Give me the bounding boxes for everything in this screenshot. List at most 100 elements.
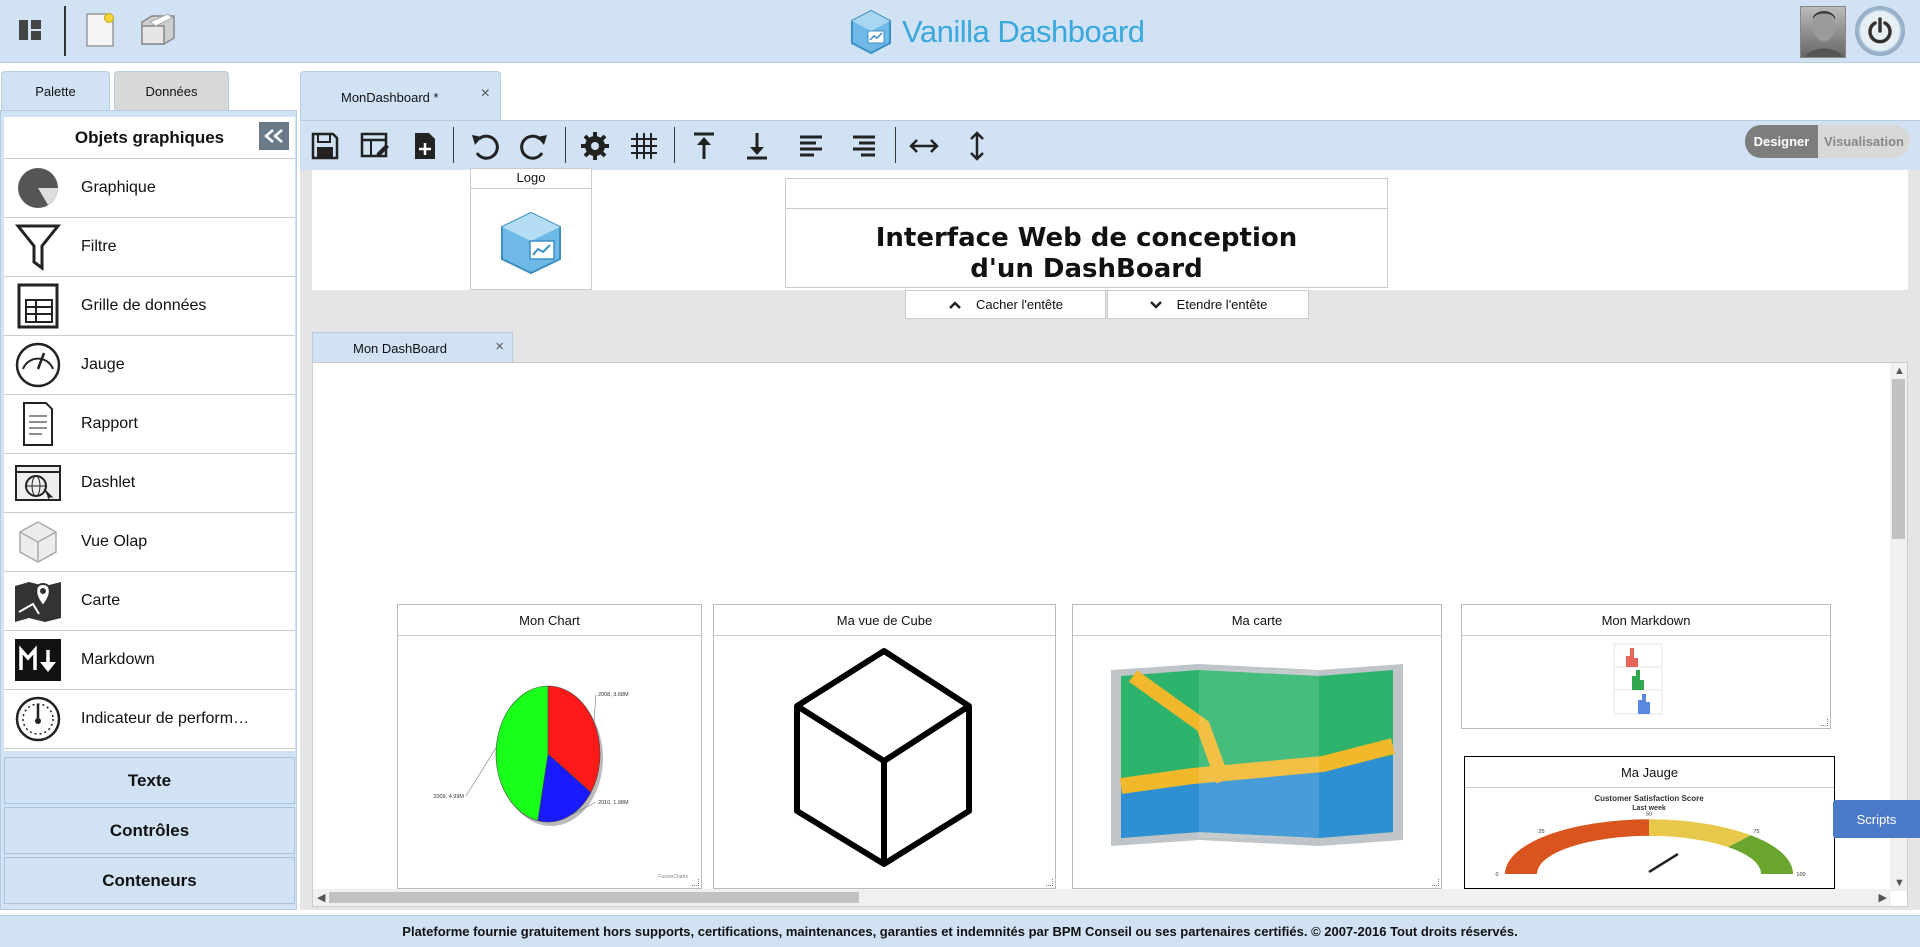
dashboard-title-widget[interactable]: Interface Web de conception d'un DashBoa… (785, 178, 1388, 288)
resize-handle[interactable] (692, 879, 699, 886)
logo-widget[interactable]: Logo (470, 168, 592, 290)
app-header: Vanilla Dashboard (0, 0, 1920, 63)
markdown-widget[interactable]: Mon Markdown (1461, 604, 1831, 729)
open-folder-icon[interactable] (138, 10, 178, 50)
settings-gear-icon[interactable] (576, 127, 614, 165)
resize-handle[interactable] (1046, 879, 1053, 886)
new-document-icon[interactable] (80, 10, 120, 50)
app-title: Vanilla Dashboard (902, 14, 1145, 49)
layout-edit-icon[interactable] (356, 127, 394, 165)
cube-icon (794, 648, 972, 867)
align-top-icon[interactable] (685, 127, 723, 165)
layout-panels-icon[interactable] (10, 10, 50, 50)
section-controles-label: Contrôles (109, 820, 190, 840)
palette-item-jauge[interactable]: Jauge (4, 336, 295, 395)
markdown-icon (12, 634, 64, 686)
data-grid-icon (12, 280, 64, 332)
palette-item-label: Jauge (81, 356, 125, 373)
vanilla-logo-icon (501, 211, 561, 275)
gauge-needle (1648, 852, 1679, 874)
palette-item-graphique[interactable]: Graphique (4, 159, 295, 218)
tab-palette-label: Palette (35, 84, 76, 99)
palette-item-vue-olap[interactable]: Vue Olap (4, 513, 295, 572)
app-brand: Vanilla Dashboard (848, 8, 1145, 56)
toolbar-divider (453, 127, 454, 163)
section-controles[interactable]: Contrôles (4, 807, 295, 854)
scroll-right-icon[interactable]: ▶ (1879, 891, 1887, 904)
pie-slice-label: 2009, 4.99M (433, 794, 464, 800)
horizontal-scrollbar[interactable]: ◀ ▶ (313, 889, 1891, 906)
section-texte[interactable]: Texte (4, 757, 295, 804)
gauge-widget[interactable]: Ma Jauge Customer Satisfaction Score Last… (1464, 756, 1835, 889)
redo-icon[interactable] (515, 127, 553, 165)
close-tab-icon[interactable]: × (481, 85, 490, 103)
scroll-up-icon[interactable]: ▲ (1894, 365, 1905, 377)
align-right-icon[interactable] (845, 127, 883, 165)
scroll-left-icon[interactable]: ◀ (317, 891, 325, 904)
widget-title: Ma vue de Cube (714, 605, 1055, 636)
designer-toolbar (300, 120, 1920, 170)
resize-handle[interactable] (1821, 719, 1828, 726)
palette-item-label: Dashlet (81, 474, 136, 491)
gauge-tick-label: 50 (1646, 811, 1652, 817)
tab-donnees[interactable]: Données (114, 71, 229, 111)
same-height-icon[interactable] (958, 127, 996, 165)
toolbar-divider (565, 127, 566, 163)
funnel-icon (12, 221, 64, 273)
pie-slice[interactable] (495, 685, 549, 822)
palette-item-filtre[interactable]: Filtre (4, 218, 295, 277)
palette-panel: Objets graphiques Graphique Filtre Grill… (0, 110, 297, 910)
expand-header-label: Etendre l'entête (1176, 297, 1268, 312)
palette-item-grille[interactable]: Grille de données (4, 277, 295, 336)
palette-item-indicateur[interactable]: Indicateur de perform… (4, 690, 295, 749)
resize-handle[interactable] (1432, 879, 1439, 886)
palette-item-rapport[interactable]: Rapport (4, 395, 295, 454)
section-conteneurs[interactable]: Conteneurs (4, 857, 295, 904)
scroll-down-icon[interactable]: ▼ (1894, 877, 1905, 889)
section-texte-label: Texte (127, 770, 172, 790)
cube-widget[interactable]: Ma vue de Cube (713, 604, 1056, 889)
collapse-panel-button[interactable] (259, 122, 289, 150)
designer-canvas: Logo Interface Web de conception d'un Da… (300, 168, 1920, 910)
palette-item-dashlet[interactable]: Dashlet (4, 454, 295, 513)
chevron-down-icon (1149, 300, 1162, 309)
pie-label-connector (593, 693, 597, 723)
toolbar-divider (895, 127, 896, 163)
grid-icon[interactable] (625, 127, 663, 165)
scrollbar-thumb[interactable] (329, 892, 859, 903)
save-icon[interactable] (306, 127, 344, 165)
palette-item-carte[interactable]: Carte (4, 572, 295, 631)
web-dashlet-icon (12, 457, 64, 509)
undo-icon[interactable] (466, 127, 504, 165)
palette-item-markdown[interactable]: Markdown (4, 631, 295, 690)
chart-widget[interactable]: Mon Chart 2008, 3.68M 2010, 1.98M 2009, 4.… (397, 604, 702, 889)
cube-icon (12, 516, 64, 568)
tab-mondashboard[interactable]: MonDashboard * × (300, 71, 501, 121)
dashboard-title-line1: Interface Web de conception (875, 223, 1298, 253)
tab-palette[interactable]: Palette (1, 71, 110, 111)
map-pin-icon (12, 575, 64, 627)
power-icon[interactable] (1855, 6, 1905, 56)
tab-mon-dashboard[interactable]: Mon DashBoard × (312, 332, 513, 362)
expand-header-button[interactable]: Etendre l'entête (1107, 290, 1309, 319)
gauge-tick-label: 100 (1796, 872, 1805, 878)
same-width-icon[interactable] (905, 127, 943, 165)
hide-header-button[interactable]: Cacher l'entête (905, 290, 1106, 319)
widget-title: Mon Chart (398, 605, 701, 636)
close-tab-icon[interactable]: × (495, 338, 504, 355)
dashboard-header-area: Logo Interface Web de conception d'un Da… (312, 168, 1908, 290)
scripts-button[interactable]: Scripts (1833, 800, 1920, 838)
scrollbar-thumb[interactable] (1892, 379, 1905, 539)
align-left-icon[interactable] (792, 127, 830, 165)
palette-item-label: Vue Olap (81, 533, 148, 550)
chart-credit: FusionCharts (658, 874, 688, 880)
user-avatar[interactable] (1800, 6, 1846, 58)
add-page-icon[interactable] (406, 127, 444, 165)
gauge-title: Customer Satisfaction Score (1594, 794, 1704, 803)
align-bottom-icon[interactable] (738, 127, 776, 165)
map-widget[interactable]: Ma carte (1072, 604, 1442, 889)
vanilla-logo-icon (851, 9, 891, 55)
visualisation-mode-button[interactable]: Visualisation (1818, 125, 1910, 158)
designer-mode-button[interactable]: Designer (1745, 125, 1818, 158)
pie-slice-label: 2008, 3.68M (598, 692, 629, 698)
